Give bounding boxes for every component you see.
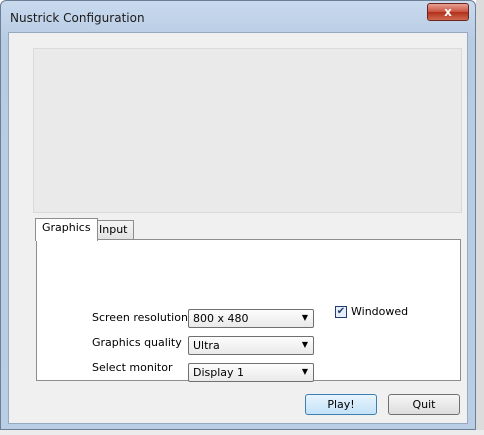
quality-label: Graphics quality — [92, 336, 182, 349]
quit-button[interactable]: Quit — [388, 394, 460, 415]
close-button[interactable]: x — [427, 3, 469, 21]
resolution-value: 800 x 480 — [193, 312, 249, 325]
close-icon: x — [444, 5, 452, 19]
play-button[interactable]: Play! — [305, 394, 377, 415]
resolution-label: Screen resolution — [92, 311, 188, 324]
background-edge-bottom — [0, 430, 484, 435]
chevron-down-icon: ▼ — [301, 313, 308, 322]
background-edge — [476, 0, 484, 435]
graphics-panel: Screen resolution 800 x 480 ▼ ✔ Windowed… — [36, 239, 461, 382]
quality-value: Ultra — [193, 339, 220, 352]
monitor-value: Display 1 — [193, 366, 245, 379]
resolution-dropdown[interactable]: 800 x 480 ▼ — [188, 309, 314, 328]
tab-graphics-label: Graphics — [42, 221, 91, 234]
banner-image-area — [33, 48, 462, 213]
tab-input-label: Input — [99, 223, 128, 236]
tab-graphics[interactable]: Graphics — [35, 218, 98, 241]
monitor-label: Select monitor — [92, 361, 173, 374]
title-bar[interactable]: Nustrick Configuration x — [1, 1, 475, 35]
checkmark-icon: ✔ — [336, 305, 346, 317]
chevron-down-icon: ▼ — [301, 340, 308, 349]
chevron-down-icon: ▼ — [301, 367, 308, 376]
tab-input[interactable]: Input — [92, 220, 135, 240]
monitor-dropdown[interactable]: Display 1 ▼ — [188, 363, 314, 382]
windowed-checkbox[interactable]: ✔ — [335, 305, 347, 318]
windowed-option[interactable]: ✔ Windowed — [335, 305, 408, 318]
windowed-label: Windowed — [351, 305, 409, 318]
quality-dropdown[interactable]: Ultra ▼ — [188, 336, 314, 355]
window-title: Nustrick Configuration — [10, 11, 145, 25]
config-window: Nustrick Configuration x Graphics Input … — [0, 0, 476, 430]
client-area: Graphics Input Screen resolution 800 x 4… — [8, 32, 468, 424]
